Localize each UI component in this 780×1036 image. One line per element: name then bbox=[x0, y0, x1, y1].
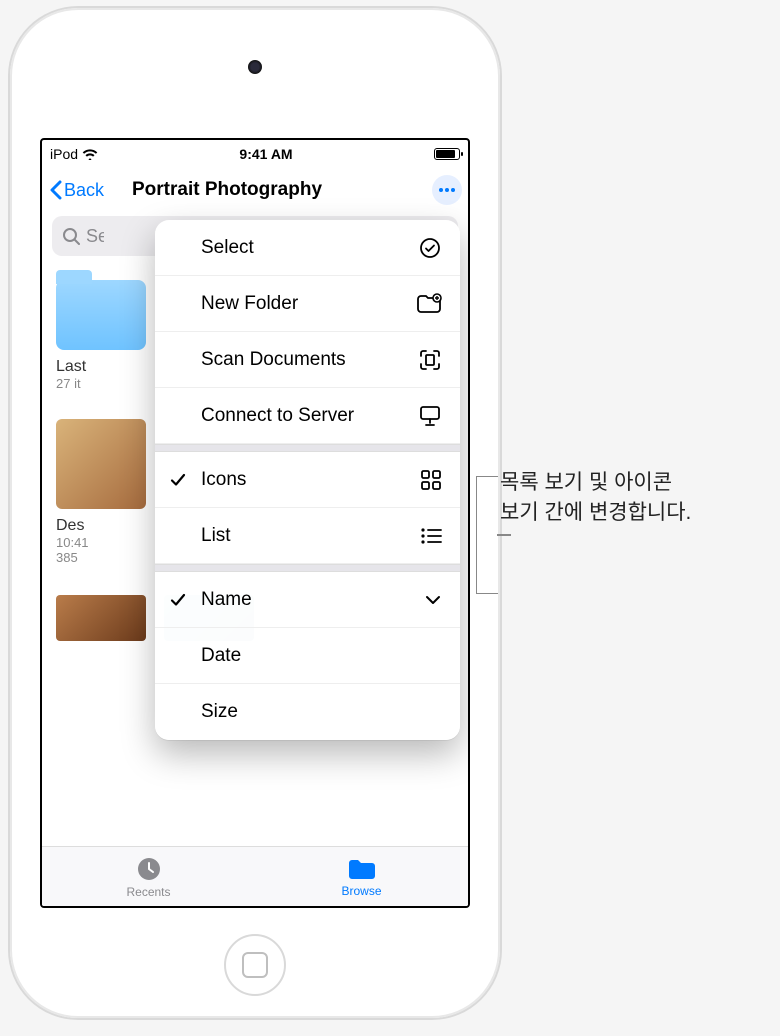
tab-recents[interactable]: Recents bbox=[42, 847, 255, 906]
new-folder-icon bbox=[416, 293, 442, 315]
menu-label: Icons bbox=[201, 469, 246, 491]
page-title: Portrait Photography bbox=[132, 179, 322, 201]
carrier-label: iPod bbox=[50, 146, 78, 162]
menu-item-select[interactable]: Select bbox=[155, 220, 460, 276]
ellipsis-icon bbox=[438, 187, 456, 193]
search-icon bbox=[62, 227, 80, 245]
menu-item-list[interactable]: List bbox=[155, 508, 460, 564]
tab-label: Recents bbox=[126, 885, 170, 899]
tab-label: Browse bbox=[341, 884, 381, 898]
grid-icon bbox=[420, 469, 442, 491]
menu-label: List bbox=[201, 525, 231, 547]
wifi-icon bbox=[82, 148, 98, 160]
chevron-down-icon bbox=[424, 594, 442, 606]
menu-separator bbox=[155, 444, 460, 452]
callout-line2: 보기 간에 변경합니다. bbox=[500, 498, 691, 528]
menu-label: Connect to Server bbox=[201, 405, 354, 427]
screen: iPod 9:41 AM Back Portrait Photography S… bbox=[40, 138, 470, 908]
menu-separator bbox=[155, 564, 460, 572]
menu-label: Name bbox=[201, 589, 252, 611]
menu-item-sort-size[interactable]: Size bbox=[155, 684, 460, 740]
callout-tick bbox=[497, 534, 511, 536]
back-label: Back bbox=[64, 180, 104, 201]
menu-label: Scan Documents bbox=[201, 349, 346, 371]
menu-item-sort-name[interactable]: Name bbox=[155, 572, 460, 628]
tab-browse[interactable]: Browse bbox=[255, 847, 468, 906]
search-placeholder: Search bbox=[86, 226, 104, 247]
menu-label: Select bbox=[201, 237, 254, 259]
more-button[interactable] bbox=[432, 175, 462, 205]
folder-icon bbox=[347, 856, 377, 882]
scan-icon bbox=[418, 348, 442, 372]
menu-item-connect-server[interactable]: Connect to Server bbox=[155, 388, 460, 444]
chevron-left-icon bbox=[48, 180, 62, 200]
device-frame: iPod 9:41 AM Back Portrait Photography S… bbox=[10, 8, 500, 1018]
clock-icon bbox=[135, 855, 163, 883]
file-thumbnail[interactable] bbox=[56, 595, 146, 641]
callout-bracket bbox=[476, 476, 498, 594]
menu-label: Date bbox=[201, 645, 241, 667]
folder-icon[interactable] bbox=[56, 280, 146, 350]
home-button[interactable] bbox=[224, 934, 286, 996]
menu-item-new-folder[interactable]: New Folder bbox=[155, 276, 460, 332]
battery-icon bbox=[434, 148, 460, 160]
server-icon bbox=[418, 405, 442, 427]
menu-item-icons[interactable]: Icons bbox=[155, 452, 460, 508]
list-icon bbox=[420, 527, 442, 545]
menu-label: Size bbox=[201, 701, 238, 723]
menu-label: New Folder bbox=[201, 293, 298, 315]
nav-bar: Back Portrait Photography bbox=[42, 168, 468, 212]
checkmark-icon bbox=[169, 471, 187, 489]
status-bar: iPod 9:41 AM bbox=[42, 140, 468, 168]
back-button[interactable]: Back bbox=[48, 180, 104, 201]
menu-item-scan-documents[interactable]: Scan Documents bbox=[155, 332, 460, 388]
tab-bar: Recents Browse bbox=[42, 846, 468, 906]
file-thumbnail[interactable] bbox=[56, 419, 146, 509]
menu-item-sort-date[interactable]: Date bbox=[155, 628, 460, 684]
checkmark-icon bbox=[169, 591, 187, 609]
callout-text: 목록 보기 및 아이콘 보기 간에 변경합니다. bbox=[500, 468, 691, 529]
callout-line1: 목록 보기 및 아이콘 bbox=[500, 468, 691, 498]
select-icon bbox=[418, 236, 442, 260]
clock: 9:41 AM bbox=[239, 146, 292, 162]
actions-menu: Select New Folder Scan Documents Connect… bbox=[155, 220, 460, 740]
